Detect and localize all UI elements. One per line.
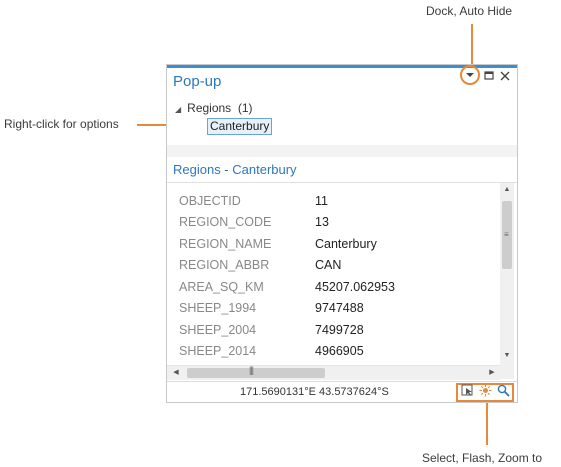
attr-name: REGION_NAME bbox=[179, 237, 272, 251]
collapse-triangle-icon[interactable]: ◢ bbox=[175, 105, 181, 114]
table-row: REGION_NAME Canterbury bbox=[167, 237, 500, 258]
pane-title: Pop-up bbox=[173, 73, 222, 90]
tree-group-label: Regions bbox=[187, 101, 232, 115]
horizontal-scroll-thumb[interactable]: ||| bbox=[187, 365, 325, 378]
callout-select-flash-zoom: Select, Flash, Zoom to bbox=[422, 451, 543, 465]
section-title: Regions - Canterbury bbox=[173, 162, 297, 177]
coordinates-readout: 171.5690131°E 43.5737624°S bbox=[240, 386, 389, 398]
attr-value: 45207.062953 bbox=[315, 280, 395, 294]
attr-name: REGION_ABBR bbox=[179, 258, 270, 272]
table-row: AREA_SQ_KM 45207.062953 bbox=[167, 280, 500, 301]
scroll-right-icon[interactable]: ▶ bbox=[485, 366, 499, 380]
callout-line-top bbox=[471, 24, 473, 68]
callout-right-click: Right-click for options bbox=[4, 117, 119, 131]
tree-group-count: (1) bbox=[237, 101, 253, 115]
scroll-corner bbox=[500, 365, 514, 379]
flash-icon[interactable] bbox=[479, 384, 492, 397]
attr-value: 11 bbox=[315, 194, 328, 208]
section-header: Regions - Canterbury bbox=[167, 157, 517, 183]
zoom-icon[interactable] bbox=[497, 384, 510, 397]
popup-pane: Pop-up ◢ Regions (1) Canterbury Regions -… bbox=[166, 64, 518, 403]
attr-value: CAN bbox=[315, 258, 342, 272]
vertical-scrollbar[interactable]: ▲ ≡ ▼ bbox=[500, 183, 514, 365]
scroll-up-icon[interactable]: ▲ bbox=[500, 183, 514, 197]
tree-group-regions[interactable]: ◢ Regions (1) bbox=[175, 101, 253, 115]
table-row: REGION_CODE 13 bbox=[167, 215, 500, 236]
attr-name: SHEEP_2004 bbox=[179, 323, 257, 337]
attr-value: Canterbury bbox=[315, 237, 377, 251]
attr-value: 4966905 bbox=[315, 344, 364, 358]
table-row: SHEEP_2014 4966905 bbox=[167, 344, 500, 363]
attr-name: SHEEP_2014 bbox=[179, 344, 257, 358]
scroll-down-icon[interactable]: ▼ bbox=[500, 349, 514, 363]
scroll-left-icon[interactable]: ◀ bbox=[169, 366, 183, 380]
attr-name: AREA_SQ_KM bbox=[179, 280, 264, 294]
attr-value: 7499728 bbox=[315, 323, 364, 337]
close-icon[interactable] bbox=[498, 70, 512, 86]
grip-icon: ≡ bbox=[504, 230, 509, 239]
pane-separator bbox=[167, 145, 517, 157]
attribute-table: OBJECTID 11 REGION_CODE 13 REGION_NAME C… bbox=[167, 183, 500, 363]
attr-name: OBJECTID bbox=[179, 194, 241, 208]
table-row: OBJECTID 11 bbox=[167, 194, 500, 215]
vertical-scroll-thumb[interactable]: ≡ bbox=[502, 201, 512, 269]
attr-name: REGION_CODE bbox=[179, 215, 272, 229]
tree-item-canterbury[interactable]: Canterbury bbox=[207, 118, 273, 135]
callout-dock-autohide: Dock, Auto Hide bbox=[426, 4, 513, 18]
table-row: REGION_ABBR CAN bbox=[167, 258, 500, 279]
table-row: SHEEP_2004 7499728 bbox=[167, 323, 500, 344]
chevron-down-icon[interactable] bbox=[463, 68, 477, 84]
callout-line-bottom bbox=[486, 401, 488, 445]
select-icon[interactable] bbox=[461, 384, 474, 397]
maximize-icon[interactable] bbox=[482, 70, 496, 86]
status-bar: 171.5690131°E 43.5737624°S bbox=[167, 381, 517, 403]
attr-name: SHEEP_1994 bbox=[179, 301, 257, 315]
grip-icon: ||| bbox=[249, 365, 254, 375]
table-row: SHEEP_1994 9747488 bbox=[167, 301, 500, 322]
attr-value: 13 bbox=[315, 215, 329, 229]
attr-value: 9747488 bbox=[315, 301, 364, 315]
horizontal-scrollbar[interactable]: ◀ ||| ▶ bbox=[167, 365, 500, 380]
